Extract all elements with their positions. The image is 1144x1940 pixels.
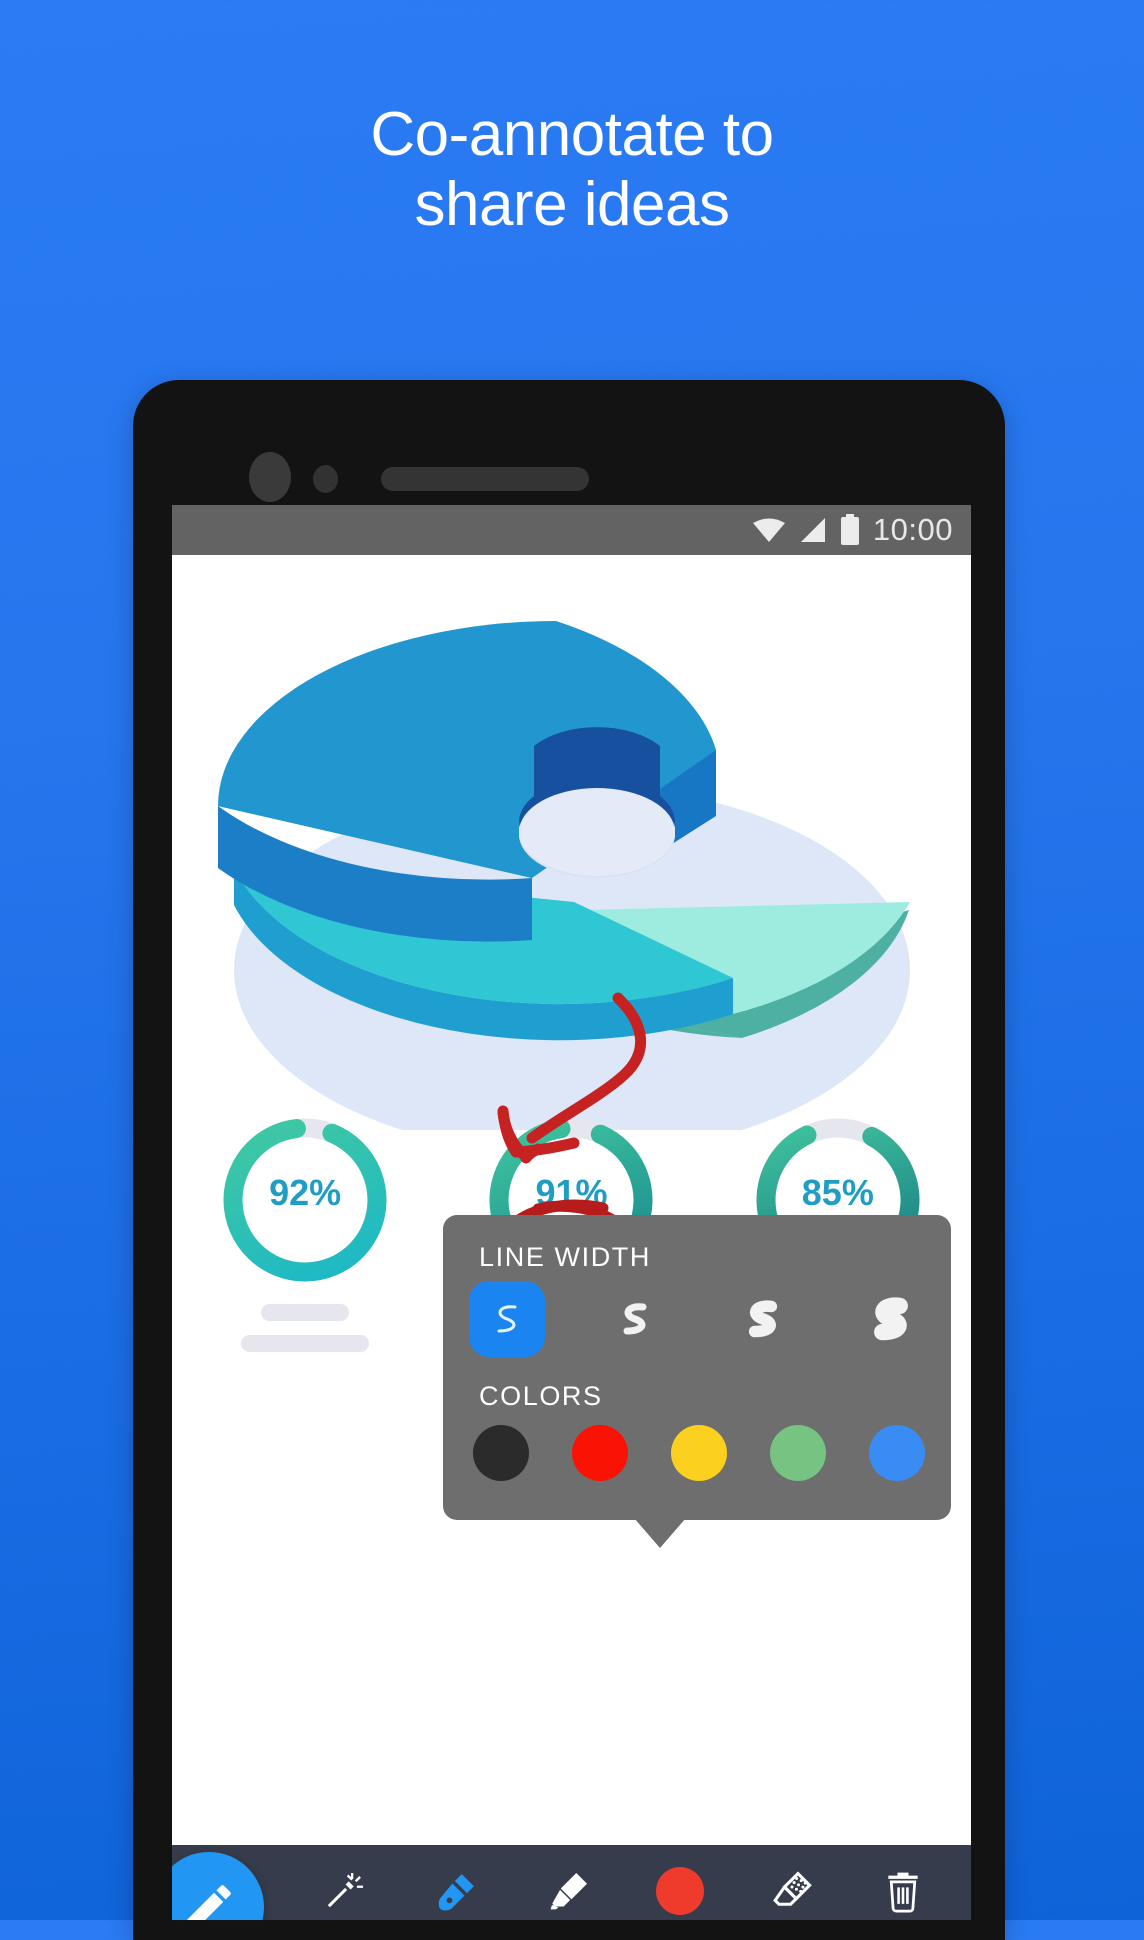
highlighter-icon: [546, 1863, 592, 1919]
toolbar-item-spotlight[interactable]: Spotlight: [292, 1863, 400, 1920]
color-swatch-black[interactable]: [473, 1425, 529, 1481]
pie-chart-3d: [182, 610, 962, 1155]
panel-pointer-tail: [634, 1518, 686, 1548]
cellular-signal-icon: [799, 516, 827, 544]
line-width-option-thick[interactable]: [725, 1281, 801, 1357]
ring-value: 92%: [269, 1172, 342, 1213]
line-width-label: LINE WIDTH: [479, 1242, 652, 1272]
headline-line-2: share ideas: [414, 170, 730, 240]
metric-ring: 92%: [205, 1110, 405, 1352]
status-bar-clock: 10:00: [872, 512, 953, 547]
ring-value: 91%: [535, 1172, 608, 1213]
line-width-option-medium[interactable]: [597, 1281, 673, 1357]
skeleton-line: [241, 1335, 370, 1352]
color-swatch-icon: [656, 1863, 705, 1919]
page-title: Co-annotate to share ideas: [0, 100, 1144, 240]
edit-pencil-fab[interactable]: [172, 1852, 264, 1920]
annotation-options-panel[interactable]: LINE WIDTH COLORS: [443, 1215, 951, 1520]
color-swatches: [473, 1425, 925, 1481]
spotlight-wand-icon: [323, 1863, 369, 1919]
colors-label: COLORS: [479, 1381, 603, 1411]
eraser-icon: [769, 1863, 815, 1919]
ring-value: 85%: [801, 1172, 874, 1213]
document-canvas[interactable]: 92% 91% 85% LINE WIDTH COLORS: [172, 555, 971, 1920]
color-swatch-green[interactable]: [770, 1425, 826, 1481]
front-camera-icon: [249, 452, 291, 502]
annotation-toolbar: Spotlight Pen: [172, 1845, 971, 1920]
toolbar-items: Spotlight Pen: [292, 1845, 971, 1920]
proximity-sensor-icon: [313, 465, 338, 493]
trash-icon: [881, 1863, 925, 1919]
wifi-icon: [752, 516, 786, 544]
toolbar-item-pen[interactable]: Pen: [403, 1863, 511, 1920]
toolbar-item-color[interactable]: Color: [626, 1863, 734, 1920]
color-swatch-yellow[interactable]: [671, 1425, 727, 1481]
color-swatch-red[interactable]: [572, 1425, 628, 1481]
battery-icon: [840, 514, 860, 546]
skeleton-lines: [241, 1304, 370, 1352]
pen-icon: [434, 1863, 480, 1919]
toolbar-item-clear[interactable]: Clear: [849, 1863, 957, 1920]
color-swatch-blue[interactable]: [869, 1425, 925, 1481]
toolbar-item-eraser[interactable]: Eraser: [738, 1863, 846, 1920]
line-width-options: [469, 1281, 929, 1357]
status-bar: 10:00: [172, 505, 971, 555]
line-width-option-extra-thick[interactable]: [853, 1281, 929, 1357]
current-color-dot: [656, 1867, 705, 1915]
phone-screen: 10:00 92% 91% 85% LINE WIDTH COLORS: [172, 505, 971, 1920]
headline-line-1: Co-annotate to: [370, 100, 774, 169]
toolbar-item-highlighter[interactable]: Highlighter: [515, 1863, 623, 1920]
line-width-option-thin[interactable]: [469, 1281, 545, 1357]
earpiece-speaker: [381, 467, 589, 491]
skeleton-line: [261, 1304, 350, 1321]
